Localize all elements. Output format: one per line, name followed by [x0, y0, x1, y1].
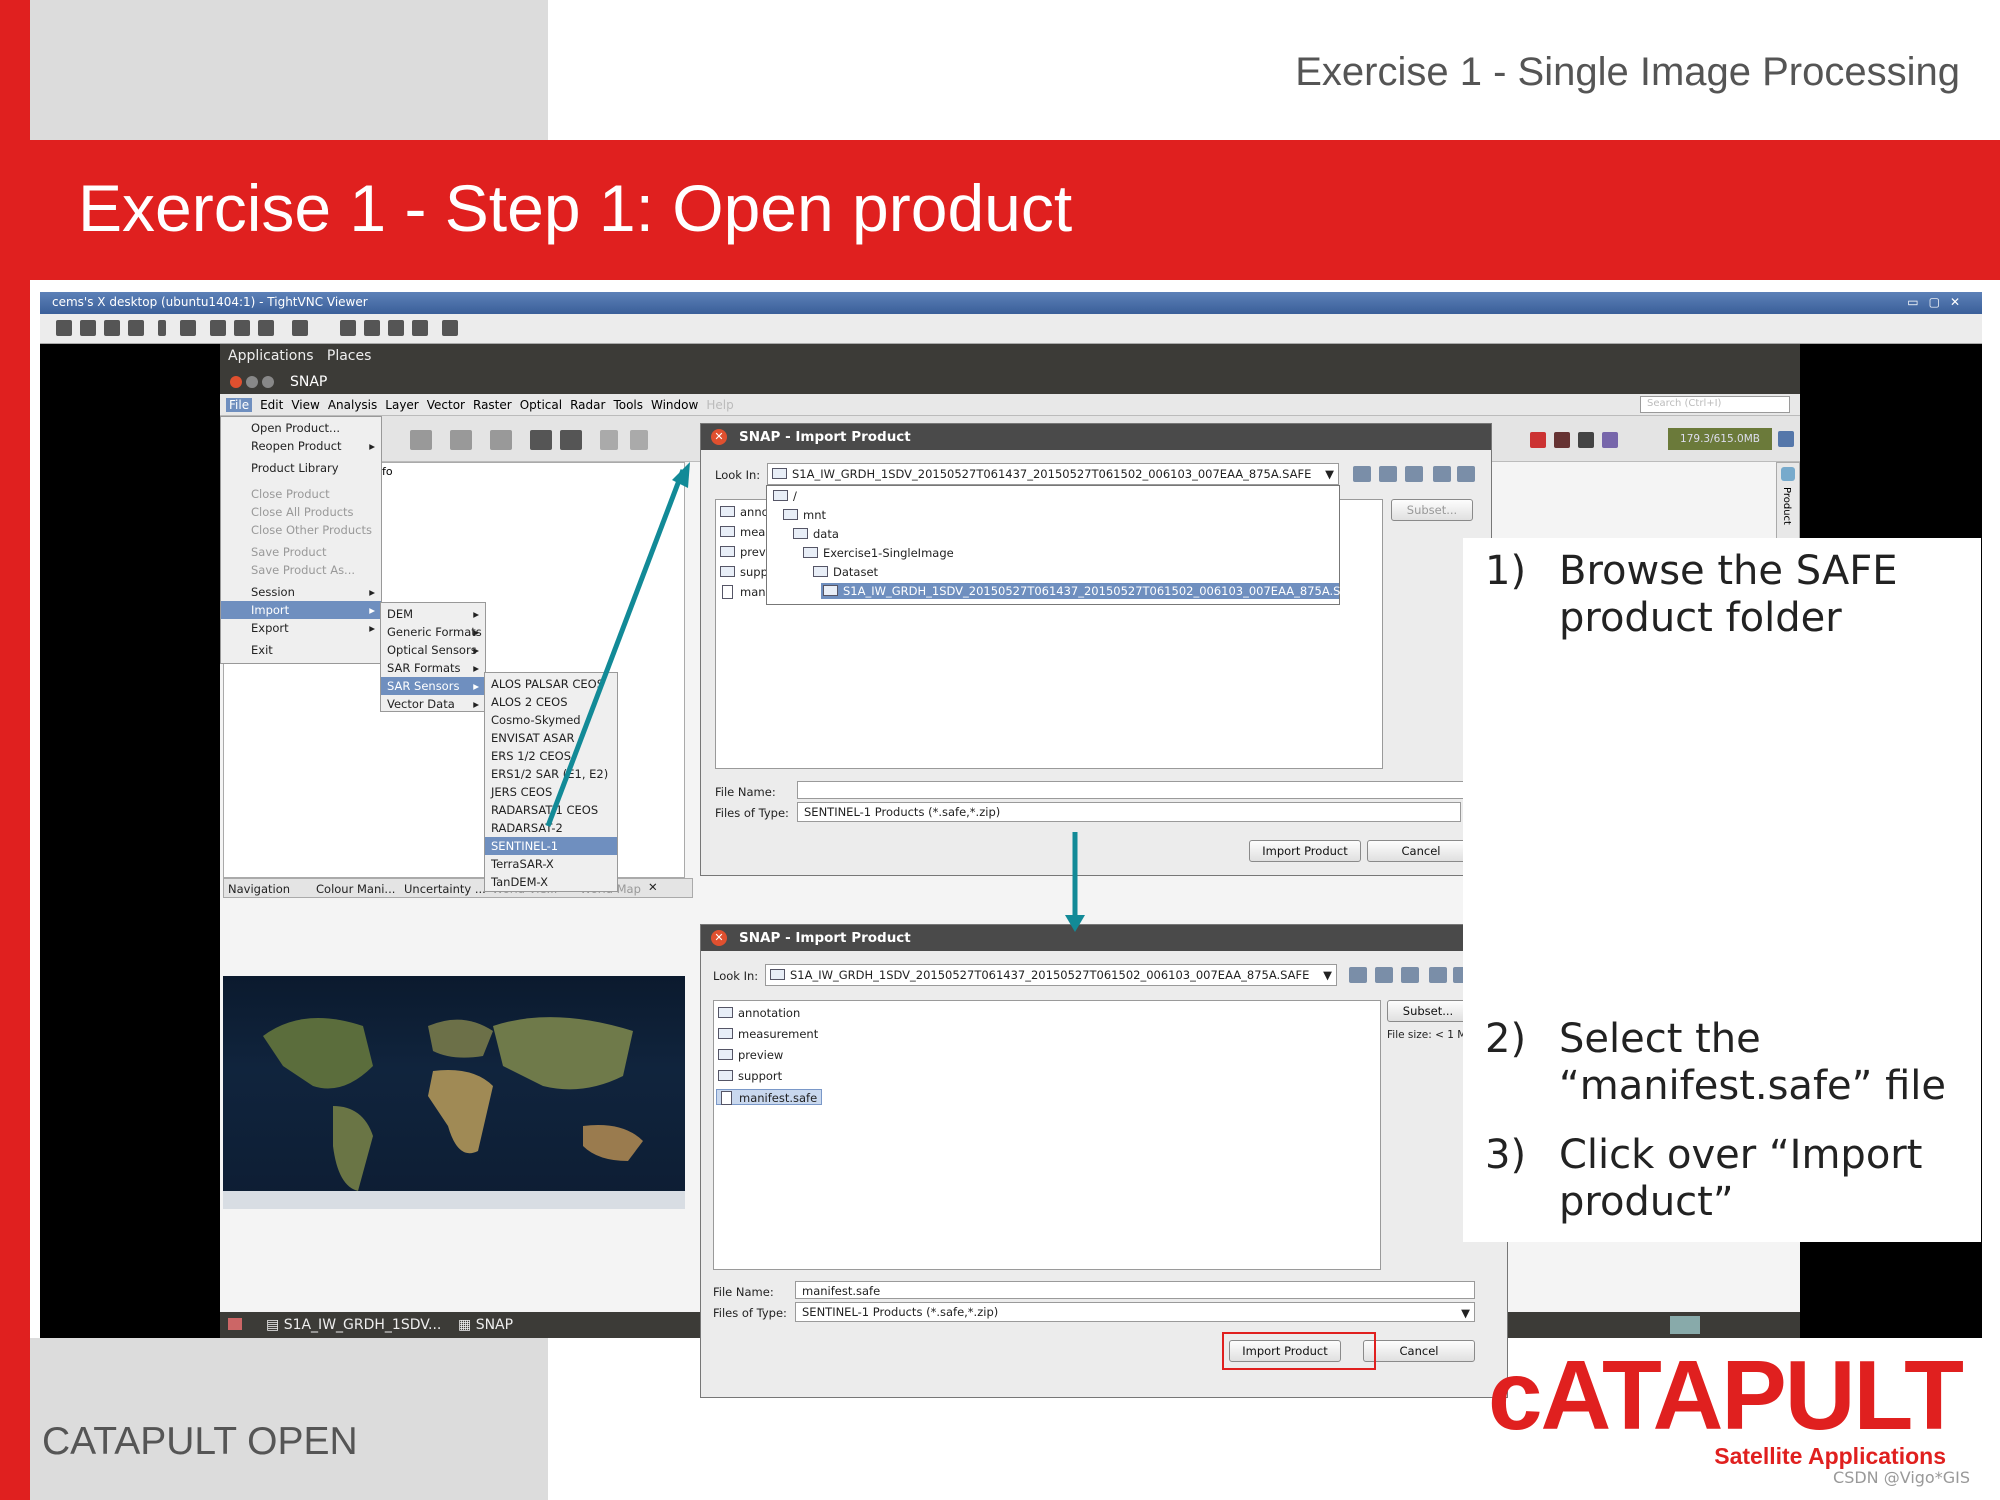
- catapult-logo: cATAPULT Satellite Applications: [1488, 1345, 1964, 1475]
- step-number: 3): [1485, 1132, 1527, 1178]
- arrow-down-head-icon: [1065, 915, 1085, 932]
- step-number: 1): [1485, 548, 1527, 594]
- step-text: Browse the SAFE product folder: [1559, 548, 1898, 641]
- footer-label: CATAPULT OPEN: [42, 1420, 358, 1463]
- step-text: Click over “Import product”: [1559, 1132, 1923, 1225]
- step-text: Select the “manifest.safe” file: [1559, 1016, 1946, 1109]
- arrow-head-icon: [672, 462, 690, 488]
- logo-wordmark: cATAPULT: [1488, 1340, 1964, 1450]
- logo-tagline: Satellite Applications: [1714, 1443, 1946, 1469]
- credit-watermark: CSDN @Vigo*GIS: [1833, 1468, 1970, 1487]
- step-3: 3) Click over “Import product”: [1485, 1132, 1975, 1232]
- instructions-panel: 1) Browse the SAFE product folder 2) Sel…: [1463, 538, 1981, 1242]
- step-number: 2): [1485, 1016, 1527, 1062]
- step-1: 1) Browse the SAFE product folder: [1485, 548, 1975, 648]
- arrow-to-dialog-line: [545, 469, 686, 827]
- step-2: 2) Select the “manifest.safe” file: [1485, 1016, 1975, 1116]
